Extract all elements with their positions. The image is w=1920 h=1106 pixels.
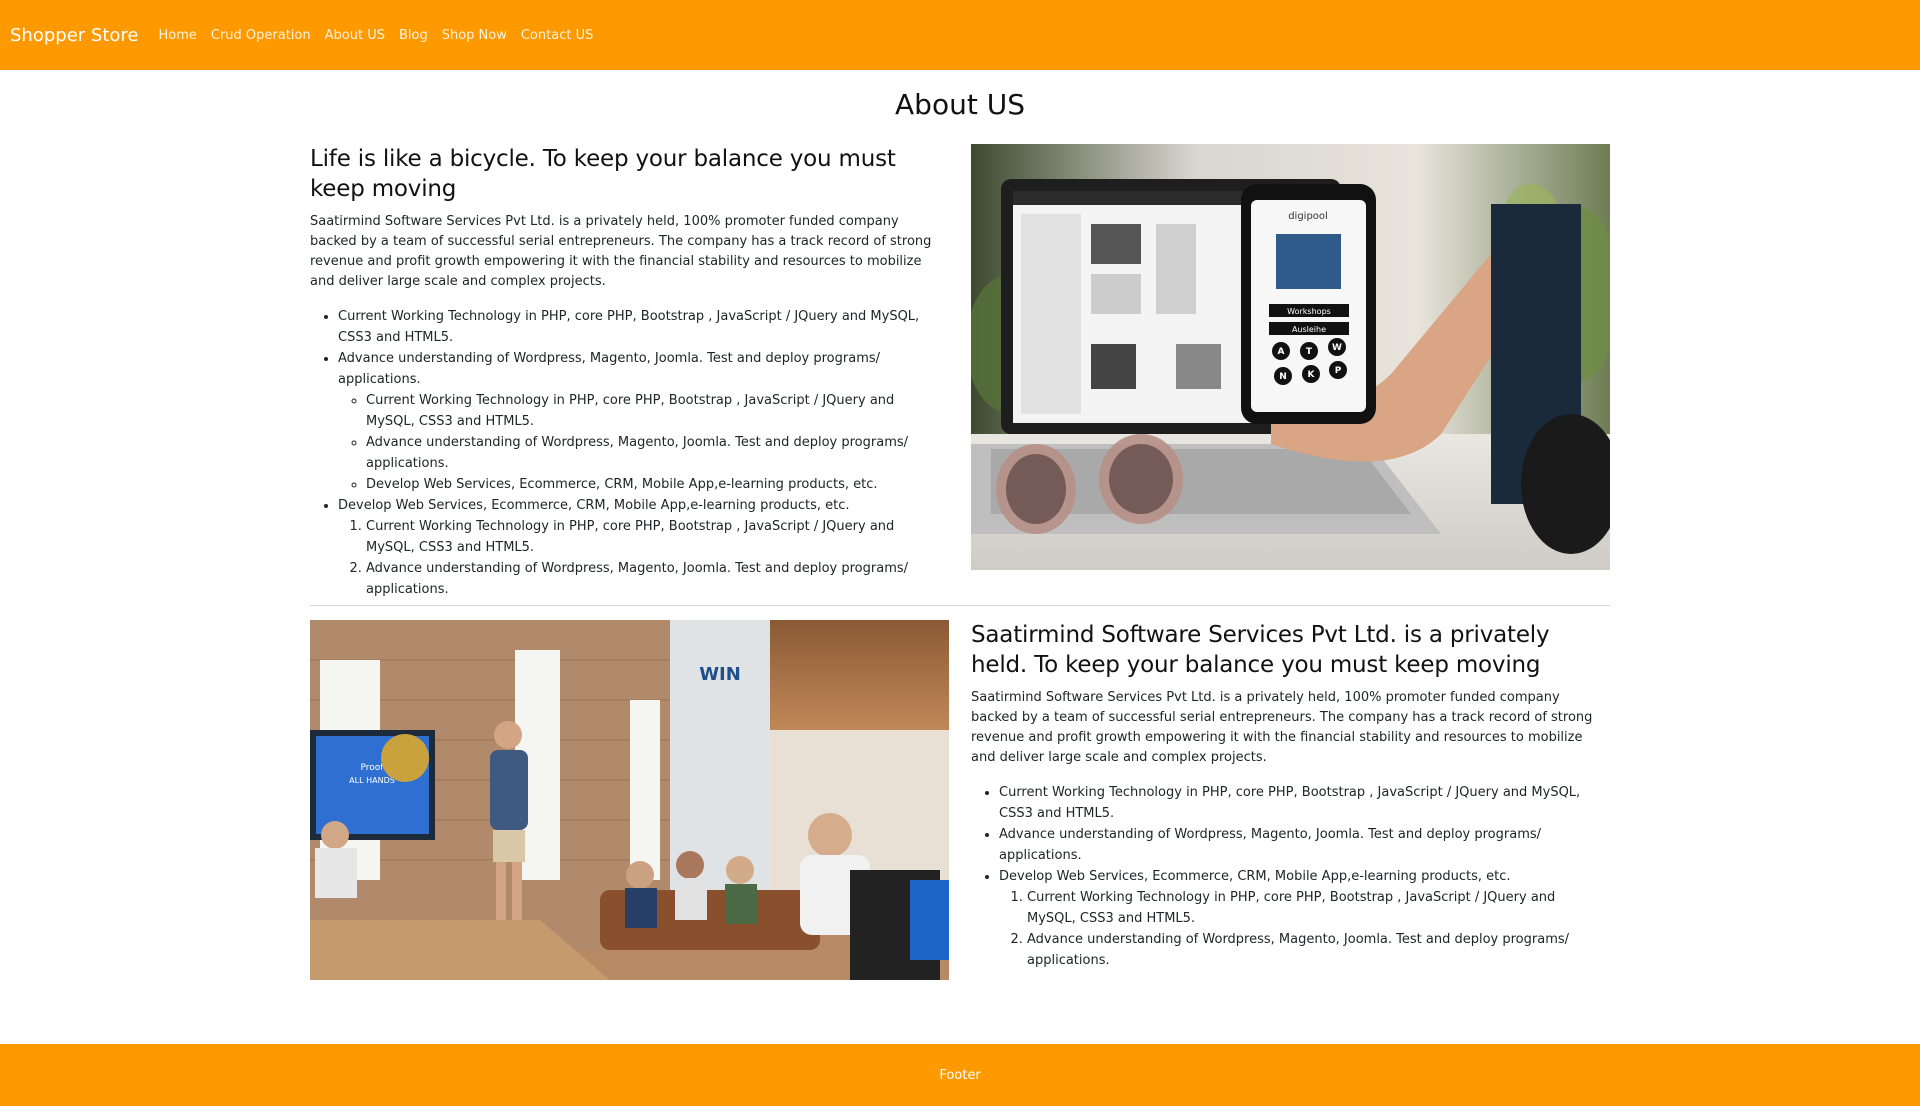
phone-letter-n: N: [1279, 372, 1287, 382]
phone-letter-t: T: [1306, 347, 1313, 357]
list-item: Advance understanding of Wordpress, Mage…: [1027, 929, 1606, 971]
list-item-text: Advance understanding of Wordpress, Mage…: [999, 827, 1542, 863]
list-item: Develop Web Services, Ecommerce, CRM, Mo…: [999, 866, 1606, 971]
section-1-ordered-sublist: Current Working Technology in PHP, core …: [338, 516, 945, 600]
section-2-paragraph: Saatirmind Software Services Pvt Ltd. is…: [971, 690, 1593, 765]
section-1-heading: Life is like a bicycle. To keep your bal…: [310, 146, 896, 202]
tv-screen-line-2: ALL HANDS: [349, 776, 395, 785]
list-item: Current Working Technology in PHP, core …: [338, 306, 945, 348]
laptop-phone-photo: digipool Workshops Ausleihe A T W N K P: [971, 144, 1610, 570]
nav-link-crud-operation[interactable]: Crud Operation: [211, 28, 311, 43]
office-meeting-illustration: WIN Proof ALL HANDS: [310, 620, 949, 980]
list-item-text: Advance understanding of Wordpress, Mage…: [338, 351, 881, 387]
page-title: About US: [895, 88, 1025, 121]
brand-logo-link[interactable]: Shopper Store: [10, 25, 138, 46]
section-1-feature-list: Current Working Technology in PHP, core …: [310, 306, 945, 600]
section-1-text-column: Life is like a bicycle. To keep your bal…: [310, 144, 945, 600]
section-1-circle-sublist: Current Working Technology in PHP, core …: [338, 390, 945, 495]
section-2-heading: Saatirmind Software Services Pvt Ltd. is…: [971, 622, 1550, 678]
list-item-text: Current Working Technology in PHP, core …: [338, 309, 920, 345]
about-section-1: Life is like a bicycle. To keep your bal…: [310, 144, 1610, 597]
office-meeting-photo: WIN Proof ALL HANDS: [310, 620, 949, 980]
list-item: Develop Web Services, Ecommerce, CRM, Mo…: [338, 495, 945, 600]
about-section-2: WIN Proof ALL HANDS Saatirmind Software …: [310, 620, 1610, 982]
nav-link-shop-now[interactable]: Shop Now: [442, 28, 507, 43]
page-footer: Footer: [0, 1044, 1920, 1106]
phone-letter-p: P: [1335, 366, 1342, 376]
tv-screen-line-1: Proof: [361, 763, 385, 773]
section-2-ordered-sublist: Current Working Technology in PHP, core …: [999, 887, 1606, 971]
list-item: Current Working Technology in PHP, core …: [366, 390, 945, 432]
list-item: Advance understanding of Wordpress, Mage…: [366, 432, 945, 474]
list-item-text: Current Working Technology in PHP, core …: [999, 785, 1581, 821]
laptop-phone-illustration: digipool Workshops Ausleihe A T W N K P: [971, 144, 1610, 570]
nav-link-blog[interactable]: Blog: [399, 28, 428, 43]
phone-letter-k: K: [1308, 370, 1316, 380]
section-2-feature-list: Current Working Technology in PHP, core …: [971, 782, 1606, 971]
list-item: Advance understanding of Wordpress, Mage…: [999, 824, 1606, 866]
phone-app-title: digipool: [1288, 211, 1328, 222]
list-item: Advance understanding of Wordpress, Mage…: [338, 348, 945, 495]
list-item: Current Working Technology in PHP, core …: [1027, 887, 1606, 929]
nav-link-contact-us[interactable]: Contact US: [521, 28, 593, 43]
list-item: Current Working Technology in PHP, core …: [366, 516, 945, 558]
phone-ausleihe-button: Ausleihe: [1292, 325, 1326, 334]
section-2-text-column: Saatirmind Software Services Pvt Ltd. is…: [971, 620, 1606, 971]
list-item-text: Develop Web Services, Ecommerce, CRM, Mo…: [338, 498, 850, 513]
list-item: Develop Web Services, Ecommerce, CRM, Mo…: [366, 474, 945, 495]
section-1-paragraph: Saatirmind Software Services Pvt Ltd. is…: [310, 214, 932, 289]
list-item: Advance understanding of Wordpress, Mage…: [366, 558, 945, 600]
top-navbar: Shopper Store Home Crud Operation About …: [0, 0, 1920, 70]
footer-text: Footer: [939, 1067, 981, 1083]
section-divider: [310, 605, 1610, 606]
phone-letter-a: A: [1278, 347, 1285, 357]
phone-workshops-button: Workshops: [1287, 307, 1331, 316]
nav-link-home[interactable]: Home: [158, 28, 196, 43]
mural-win-sign: WIN: [699, 664, 741, 685]
list-item: Current Working Technology in PHP, core …: [999, 782, 1606, 824]
list-item-text: Develop Web Services, Ecommerce, CRM, Mo…: [999, 869, 1511, 884]
nav-link-about-us[interactable]: About US: [325, 28, 385, 43]
phone-letter-w: W: [1332, 343, 1342, 353]
